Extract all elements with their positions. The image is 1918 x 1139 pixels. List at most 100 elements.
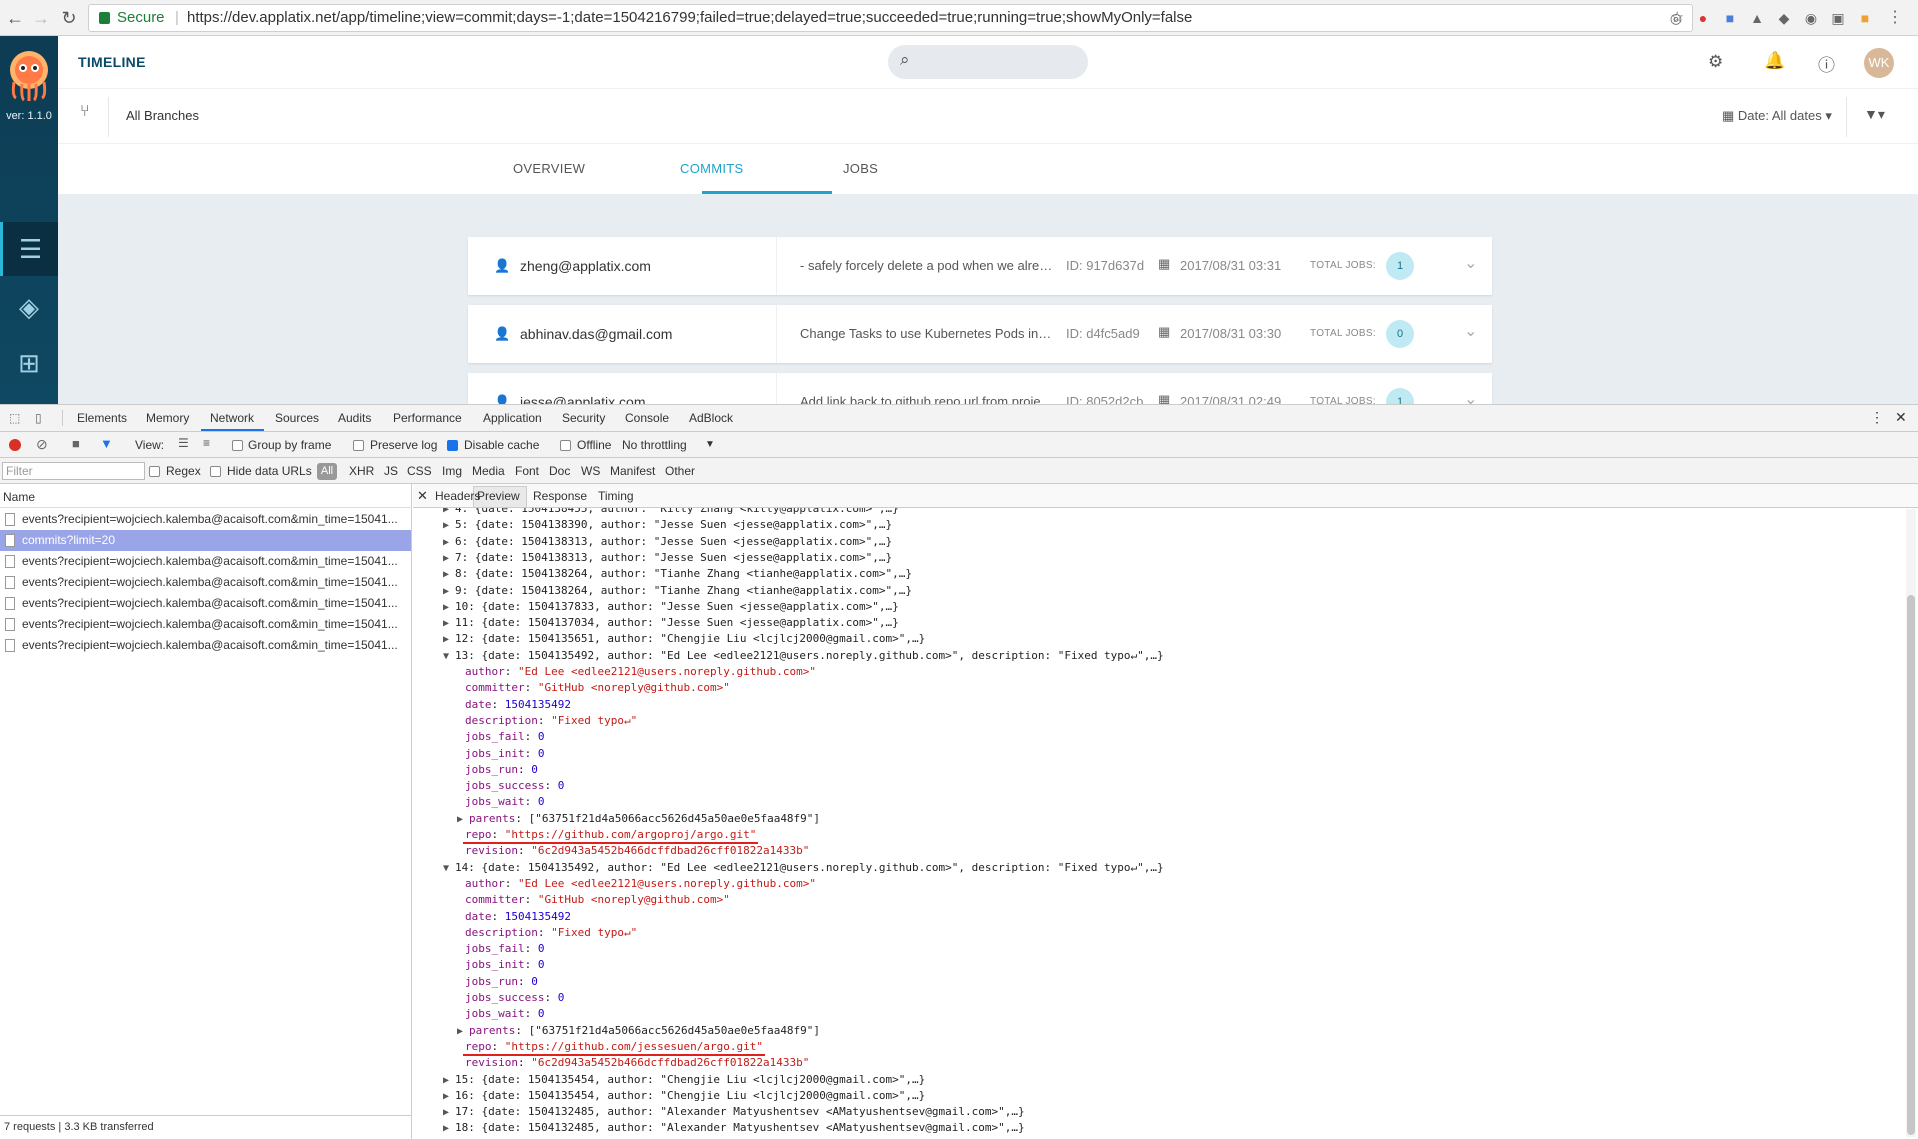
- throttling-select[interactable]: No throttling: [622, 438, 687, 452]
- request-row[interactable]: events?recipient=wojciech.kalemba@acaiso…: [0, 572, 411, 593]
- devtools-tab-performance[interactable]: Performance: [393, 411, 462, 425]
- large-rows-icon[interactable]: ☰: [178, 436, 189, 450]
- collapsed-triangle-icon[interactable]: ▶: [443, 602, 455, 613]
- json-line[interactable]: ▶ 4: {date: 1504138455, author: "Kitty Z…: [443, 508, 899, 517]
- collapsed-triangle-icon[interactable]: ▶: [443, 1123, 455, 1134]
- collapsed-triangle-icon[interactable]: ▶: [443, 586, 455, 597]
- preserve-log-checkbox[interactable]: [353, 440, 364, 451]
- name-column-header[interactable]: Name: [0, 484, 412, 508]
- url-text[interactable]: https://dev.applatix.net/app/timeline;vi…: [187, 5, 1192, 31]
- filter-icon[interactable]: ▼: [100, 436, 113, 451]
- collapsed-triangle-icon[interactable]: ▶: [443, 508, 455, 515]
- type-filter-xhr[interactable]: XHR: [349, 464, 374, 478]
- shield-extension-icon[interactable]: ▲: [1747, 8, 1767, 28]
- translate-extension-icon[interactable]: ■: [1720, 8, 1740, 28]
- waterfall-icon[interactable]: ≡: [203, 436, 210, 450]
- devtools-tab-security[interactable]: Security: [562, 411, 605, 425]
- layers-icon[interactable]: ◈: [0, 280, 58, 334]
- json-line[interactable]: ▶ 9: {date: 1504138264, author: "Tianhe …: [443, 583, 912, 599]
- json-line[interactable]: ▶ 11: {date: 1504137034, author: "Jesse …: [443, 615, 899, 631]
- json-line[interactable]: ▶ parents: ["63751f21d4a5066acc5626d45a5…: [457, 811, 820, 827]
- json-line[interactable]: ▶ 5: {date: 1504138390, author: "Jesse S…: [443, 517, 892, 533]
- devtools-tab-audits[interactable]: Audits: [338, 411, 371, 425]
- collapsed-triangle-icon[interactable]: ▶: [443, 520, 455, 531]
- collapsed-triangle-icon[interactable]: ▶: [457, 814, 469, 825]
- date-filter-dropdown[interactable]: ▦ Date: All dates ▾: [1722, 108, 1832, 124]
- chevron-down-icon[interactable]: ⌄: [1464, 253, 1477, 273]
- detail-tab-preview[interactable]: Preview: [477, 489, 520, 503]
- expanded-triangle-icon[interactable]: ▼: [443, 863, 455, 874]
- type-filter-all[interactable]: All: [317, 463, 337, 480]
- filter-icon[interactable]: ▼▾: [1864, 106, 1885, 123]
- chevron-down-icon[interactable]: ▼: [705, 439, 715, 450]
- devtools-tab-console[interactable]: Console: [625, 411, 669, 425]
- bookmark-extension-icon[interactable]: ■: [1855, 8, 1875, 28]
- devtools-tab-network[interactable]: Network: [210, 411, 254, 425]
- json-line[interactable]: ▶ 8: {date: 1504138264, author: "Tianhe …: [443, 566, 912, 582]
- type-filter-ws[interactable]: WS: [581, 464, 600, 478]
- collapsed-triangle-icon[interactable]: ▶: [443, 1075, 455, 1086]
- devtools-tab-application[interactable]: Application: [483, 411, 542, 425]
- regex-checkbox[interactable]: [149, 466, 160, 477]
- devtools-extension-icon[interactable]: ◆: [1774, 8, 1794, 28]
- expanded-triangle-icon[interactable]: ▼: [443, 651, 455, 662]
- group-by-frame-checkbox[interactable]: [232, 440, 243, 451]
- json-line[interactable]: ▶ 18: {date: 1504132485, author: "Alexan…: [443, 1120, 1025, 1136]
- inspect-element-icon[interactable]: ⬚: [9, 411, 20, 425]
- back-arrow-icon[interactable]: ←: [4, 7, 26, 29]
- json-line[interactable]: ▼ 13: {date: 1504135492, author: "Ed Lee…: [443, 648, 1164, 664]
- type-filter-manifest[interactable]: Manifest: [610, 464, 655, 478]
- collapsed-triangle-icon[interactable]: ▶: [443, 1107, 455, 1118]
- collapsed-triangle-icon[interactable]: ▶: [457, 1026, 469, 1037]
- json-line[interactable]: ▶ parents: ["63751f21d4a5066acc5626d45a5…: [457, 1023, 820, 1039]
- chevron-down-icon[interactable]: ⌄: [1464, 389, 1477, 404]
- tab-commits[interactable]: COMMITS: [680, 161, 743, 176]
- forward-arrow-icon[interactable]: →: [30, 7, 52, 29]
- device-toolbar-icon[interactable]: ▯: [35, 411, 42, 425]
- collapsed-triangle-icon[interactable]: ▶: [443, 618, 455, 629]
- detail-tab-response[interactable]: Response: [533, 489, 587, 503]
- devtools-tab-elements[interactable]: Elements: [77, 411, 127, 425]
- request-row[interactable]: events?recipient=wojciech.kalemba@acaiso…: [0, 635, 411, 656]
- type-filter-media[interactable]: Media: [472, 464, 505, 478]
- json-line[interactable]: ▶ 17: {date: 1504132485, author: "Alexan…: [443, 1104, 1025, 1120]
- devtools-menu-icon[interactable]: ⋮: [1870, 409, 1884, 426]
- json-line[interactable]: ▶ 10: {date: 1504137833, author: "Jesse …: [443, 599, 899, 615]
- devtools-tab-sources[interactable]: Sources: [275, 411, 319, 425]
- type-filter-font[interactable]: Font: [515, 464, 539, 478]
- detail-tab-headers[interactable]: Headers: [435, 489, 480, 503]
- workflow-icon[interactable]: ⊞: [0, 336, 58, 390]
- collapsed-triangle-icon[interactable]: ▶: [443, 569, 455, 580]
- opera-extension-icon[interactable]: ●: [1693, 8, 1713, 28]
- camera-extension-icon[interactable]: ◎: [1666, 8, 1686, 28]
- type-filter-js[interactable]: JS: [384, 464, 398, 478]
- request-row[interactable]: events?recipient=wojciech.kalemba@acaiso…: [0, 593, 411, 614]
- json-line[interactable]: ▶ 12: {date: 1504135651, author: "Chengj…: [443, 631, 925, 647]
- tab-jobs[interactable]: JOBS: [843, 161, 878, 176]
- collapsed-triangle-icon[interactable]: ▶: [443, 1091, 455, 1102]
- offline-checkbox[interactable]: [560, 440, 571, 451]
- type-filter-css[interactable]: CSS: [407, 464, 432, 478]
- detail-tab-timing[interactable]: Timing: [598, 489, 634, 503]
- avatar[interactable]: WK: [1864, 48, 1894, 78]
- collapsed-triangle-icon[interactable]: ▶: [443, 634, 455, 645]
- disable-cache-checkbox[interactable]: [447, 440, 458, 451]
- devtools-tab-adblock[interactable]: AdBlock: [689, 411, 733, 425]
- collapsed-triangle-icon[interactable]: ▶: [443, 537, 455, 548]
- commit-card[interactable]: 👤 abhinav.das@gmail.com Change Tasks to …: [468, 305, 1492, 363]
- reload-icon[interactable]: ↻: [58, 7, 80, 29]
- help-icon[interactable]: ⓘ: [1818, 51, 1835, 76]
- close-icon[interactable]: ✕: [417, 488, 428, 504]
- record-icon[interactable]: [9, 439, 21, 451]
- commit-card[interactable]: 👤 zheng@applatix.com - safely forcely de…: [468, 237, 1492, 295]
- clear-icon[interactable]: ⊘: [36, 436, 48, 453]
- filter-input[interactable]: Filter: [2, 462, 145, 480]
- notification-bell-icon[interactable]: 🔔: [1764, 51, 1785, 71]
- request-row[interactable]: commits?limit=20: [0, 530, 411, 551]
- json-line[interactable]: ▶ 6: {date: 1504138313, author: "Jesse S…: [443, 534, 892, 550]
- type-filter-img[interactable]: Img: [442, 464, 462, 478]
- capture-screenshots-icon[interactable]: ■: [72, 436, 80, 451]
- type-filter-other[interactable]: Other: [665, 464, 695, 478]
- hide-data-urls-checkbox[interactable]: [210, 466, 221, 477]
- settings-sliders-icon[interactable]: ⚙: [1708, 52, 1723, 72]
